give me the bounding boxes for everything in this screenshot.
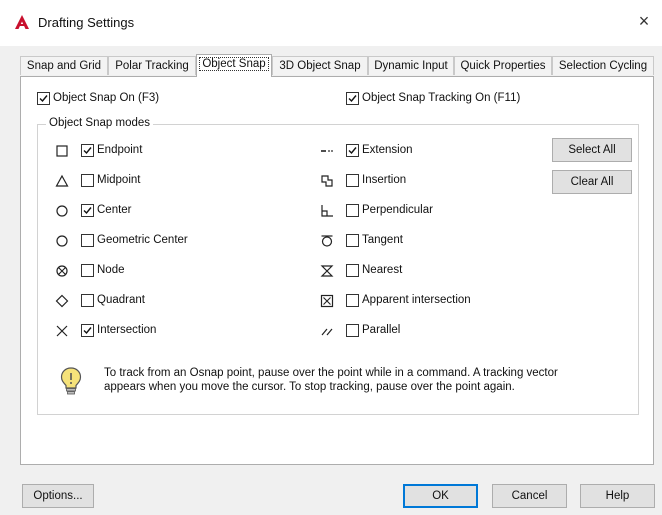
node-label[interactable]: Node <box>97 264 125 276</box>
ok-button[interactable]: OK <box>403 484 478 508</box>
cancel-button[interactable]: Cancel <box>492 484 567 508</box>
drafting-settings-dialog: Drafting Settings × Snap and Grid Polar … <box>0 0 662 515</box>
center-label[interactable]: Center <box>97 204 132 216</box>
midpoint-icon <box>55 174 69 187</box>
geometric-center-icon <box>56 235 68 247</box>
center-icon <box>56 205 68 217</box>
tracking-hint-line-2: appears when you move the cursor. To sto… <box>104 381 515 393</box>
extension-checkbox[interactable] <box>346 144 359 157</box>
object-snap-tracking-checkbox[interactable] <box>346 92 359 105</box>
tab-dynamic-input[interactable]: Dynamic Input <box>368 56 454 75</box>
midpoint-checkbox[interactable] <box>81 174 94 187</box>
nearest-checkbox[interactable] <box>346 264 359 277</box>
quadrant-icon <box>55 294 69 308</box>
tab-selection-cycling[interactable]: Selection Cycling <box>552 56 654 75</box>
help-button[interactable]: Help <box>580 484 655 508</box>
object-snap-tracking-label[interactable]: Object Snap Tracking On (F11) <box>362 92 520 104</box>
tangent-label[interactable]: Tangent <box>362 234 403 246</box>
midpoint-label[interactable]: Midpoint <box>97 174 140 186</box>
nearest-label[interactable]: Nearest <box>362 264 402 276</box>
tab-strip: Snap and Grid Polar Tracking Object Snap… <box>20 54 654 77</box>
tab-polar-tracking[interactable]: Polar Tracking <box>108 56 196 75</box>
node-checkbox[interactable] <box>81 264 94 277</box>
perpendicular-label[interactable]: Perpendicular <box>362 204 433 216</box>
node-icon <box>56 265 68 277</box>
object-snap-on-label[interactable]: Object Snap On (F3) <box>53 92 159 104</box>
quadrant-label[interactable]: Quadrant <box>97 294 145 306</box>
title-bar: Drafting Settings × <box>0 0 662 46</box>
insertion-label[interactable]: Insertion <box>362 174 406 186</box>
object-snap-modes-title: Object Snap modes <box>46 117 154 129</box>
window-title: Drafting Settings <box>38 15 135 30</box>
tab-3d-object-snap[interactable]: 3D Object Snap <box>272 56 368 75</box>
parallel-checkbox[interactable] <box>346 324 359 337</box>
extension-label[interactable]: Extension <box>362 144 413 156</box>
tangent-icon <box>321 235 333 247</box>
geometric-center-checkbox[interactable] <box>81 234 94 247</box>
endpoint-icon <box>56 145 68 157</box>
close-icon[interactable]: × <box>632 9 656 33</box>
center-checkbox[interactable] <box>81 204 94 217</box>
tab-quick-properties[interactable]: Quick Properties <box>454 56 552 75</box>
intersection-icon <box>56 325 68 337</box>
select-all-button[interactable]: Select All <box>552 138 632 162</box>
options-button[interactable]: Options... <box>22 484 94 508</box>
tracking-hint-line-1: To track from an Osnap point, pause over… <box>104 367 558 379</box>
endpoint-checkbox[interactable] <box>81 144 94 157</box>
quadrant-checkbox[interactable] <box>81 294 94 307</box>
intersection-checkbox[interactable] <box>81 324 94 337</box>
insertion-icon <box>321 175 333 187</box>
extension-icon <box>321 150 333 152</box>
parallel-label[interactable]: Parallel <box>362 324 400 336</box>
autocad-logo-icon <box>15 15 29 29</box>
apparent-intersection-checkbox[interactable] <box>346 294 359 307</box>
clear-all-button[interactable]: Clear All <box>552 170 632 194</box>
parallel-icon <box>321 328 333 336</box>
intersection-label[interactable]: Intersection <box>97 324 156 336</box>
tracking-hint-text: To track from an Osnap point, pause over… <box>104 366 594 394</box>
perpendicular-icon <box>321 205 333 217</box>
lightbulb-icon <box>60 367 82 395</box>
geometric-center-label[interactable]: Geometric Center <box>97 234 188 246</box>
endpoint-label[interactable]: Endpoint <box>97 144 142 156</box>
apparent-intersection-icon <box>320 294 334 308</box>
tangent-checkbox[interactable] <box>346 234 359 247</box>
perpendicular-checkbox[interactable] <box>346 204 359 217</box>
tab-snap-and-grid[interactable]: Snap and Grid <box>20 56 108 75</box>
object-snap-on-checkbox[interactable] <box>37 92 50 105</box>
tab-object-snap[interactable]: Object Snap <box>196 54 272 77</box>
insertion-checkbox[interactable] <box>346 174 359 187</box>
nearest-icon <box>320 265 334 277</box>
apparent-intersection-label[interactable]: Apparent intersection <box>362 294 471 306</box>
